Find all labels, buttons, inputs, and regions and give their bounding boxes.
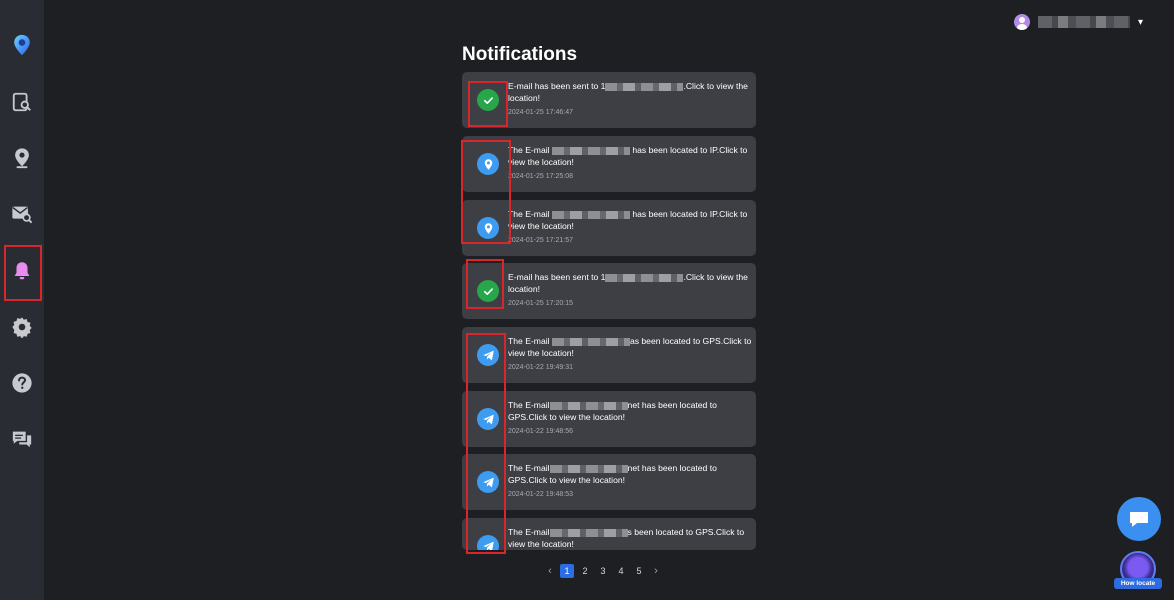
notification-time: 2024-01-25 17:25:08 — [508, 173, 573, 180]
pagination: ‹ 1 2 3 4 5 › — [544, 564, 662, 578]
message-text: The E-mail — [508, 209, 552, 219]
notification-card[interactable]: The E-mail has been located to IP.Click … — [462, 136, 756, 192]
notification-time: 2024-01-25 17:20:15 — [508, 300, 573, 307]
notification-message: The E-mail net has been located to GPS.Cl… — [508, 400, 752, 424]
avatar — [1014, 14, 1030, 30]
user-menu[interactable]: ▾ — [1014, 13, 1143, 31]
page-button[interactable]: 4 — [614, 564, 628, 578]
chat-bubble-icon — [1130, 512, 1148, 527]
page-button[interactable]: 3 — [596, 564, 610, 578]
how-locate-label: How locate — [1114, 578, 1162, 589]
check-icon — [477, 89, 499, 111]
notification-card[interactable]: E-mail has been sent to 1 .Click to view … — [462, 263, 756, 319]
next-page-button[interactable]: › — [650, 565, 662, 577]
location-pin-icon — [477, 217, 499, 239]
chat-icon[interactable] — [6, 423, 38, 455]
message-text: The E-mail — [508, 145, 552, 155]
notification-card[interactable]: The E-mail net has been located to GPS.Cl… — [462, 454, 756, 510]
how-locate-button[interactable]: How locate — [1114, 551, 1162, 591]
telegram-plane-icon — [477, 535, 499, 550]
redacted-email — [549, 464, 628, 473]
message-text: The E-mail — [508, 527, 550, 537]
message-text: E-mail has been sent to 1 — [508, 272, 606, 282]
notification-card[interactable]: The E-mail net has been located to GPS.Cl… — [462, 391, 756, 447]
notification-message: The E-mail has been located to IP.Click … — [508, 209, 752, 233]
user-name-redacted — [1038, 16, 1130, 28]
redacted-email — [549, 401, 628, 410]
page-button[interactable]: 1 — [560, 564, 574, 578]
redacted-email — [549, 528, 628, 537]
page-title: Notifications — [462, 44, 578, 65]
notification-message: E-mail has been sent to 1 .Click to view … — [508, 81, 752, 105]
notification-time: 2024-01-22 19:48:56 — [508, 428, 573, 435]
redacted-email — [605, 82, 684, 91]
notification-card[interactable]: The E-mail has been located to IP.Click … — [462, 200, 756, 256]
notification-time: 2024-01-25 17:21:57 — [508, 237, 573, 244]
location-pin-icon — [477, 153, 499, 175]
telegram-plane-icon — [477, 408, 499, 430]
mail-search-icon[interactable] — [6, 198, 38, 230]
redacted-email — [551, 337, 630, 346]
redacted-email — [551, 210, 630, 219]
notification-message: The E-mail has been located to IP.Click … — [508, 145, 752, 169]
telegram-plane-icon — [477, 471, 499, 493]
help-icon[interactable] — [6, 367, 38, 399]
location-pin-icon[interactable] — [6, 142, 38, 174]
bell-icon[interactable] — [6, 255, 38, 287]
redacted-email — [605, 273, 684, 282]
notification-time: 2024-01-22 19:48:53 — [508, 491, 573, 498]
page-button[interactable]: 5 — [632, 564, 646, 578]
notification-time: 2024-01-25 17:46:47 — [508, 109, 573, 116]
chevron-down-icon[interactable]: ▾ — [1138, 17, 1143, 28]
support-chat-button[interactable] — [1117, 497, 1161, 541]
page-button[interactable]: 2 — [578, 564, 592, 578]
prev-page-button[interactable]: ‹ — [544, 565, 556, 577]
notification-message: The E-mail as been located to GPS.Click … — [508, 336, 752, 360]
sidebar — [0, 0, 44, 600]
notification-message: E-mail has been sent to 1 .Click to view … — [508, 272, 752, 296]
message-text: The E-mail — [508, 400, 550, 410]
gear-icon[interactable] — [6, 311, 38, 343]
notification-card[interactable]: E-mail has been sent to 1 .Click to view … — [462, 72, 756, 128]
redacted-email — [551, 146, 630, 155]
message-text: E-mail has been sent to 1 — [508, 81, 606, 91]
message-text: The E-mail — [508, 336, 552, 346]
notification-card[interactable]: The E-mail s been located to GPS.Click to… — [462, 518, 756, 550]
check-icon — [477, 280, 499, 302]
notification-message: The E-mail s been located to GPS.Click to… — [508, 527, 752, 550]
notification-time: 2024-01-22 19:49:31 — [508, 364, 573, 371]
notification-message: The E-mail net has been located to GPS.Cl… — [508, 463, 752, 487]
device-search-icon[interactable] — [6, 86, 38, 118]
app-logo-icon[interactable] — [6, 29, 38, 61]
telegram-plane-icon — [477, 344, 499, 366]
notification-card[interactable]: The E-mail as been located to GPS.Click … — [462, 327, 756, 383]
message-text: The E-mail — [508, 463, 550, 473]
